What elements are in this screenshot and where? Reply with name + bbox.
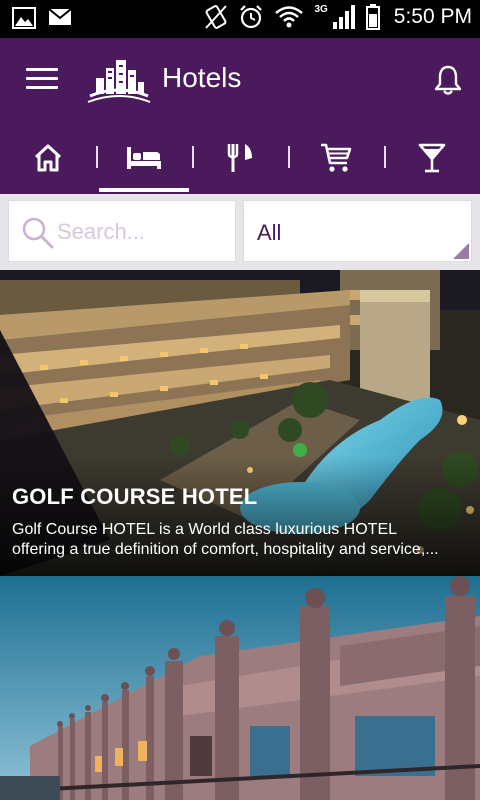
restaurant-icon xyxy=(227,144,252,172)
listing-description-line: offering a true definition of comfort, h… xyxy=(12,541,439,558)
bell-icon xyxy=(434,65,462,95)
image-icon xyxy=(12,7,36,29)
battery-icon xyxy=(365,4,380,30)
menu-icon-bar xyxy=(26,68,58,71)
page-title: Hotels xyxy=(162,62,242,93)
bed-icon xyxy=(127,147,161,169)
tab-bars[interactable] xyxy=(384,134,480,194)
dropdown-corner-icon xyxy=(453,243,469,259)
category-tabs xyxy=(0,134,480,194)
menu-icon-bar xyxy=(26,77,58,80)
search-input[interactable] xyxy=(57,215,227,249)
tab-home[interactable] xyxy=(0,134,96,194)
app-bar: Hotels xyxy=(0,38,480,194)
search-icon xyxy=(22,217,54,249)
filter-selected-value: All xyxy=(257,220,282,245)
hotel-photo xyxy=(0,576,480,800)
search-box xyxy=(8,200,236,262)
mail-icon xyxy=(48,8,72,25)
listing-card[interactable]: GOLF COURSE HOTEL Golf Course HOTEL is a… xyxy=(0,270,480,576)
menu-icon-bar xyxy=(26,86,58,89)
status-bar: 3G 5:50 PM xyxy=(0,0,480,38)
tab-hotels[interactable] xyxy=(96,134,192,194)
listing-card[interactable] xyxy=(0,576,480,800)
network-type-label: 3G xyxy=(314,3,328,15)
listing-title: GOLF COURSE HOTEL xyxy=(12,484,258,509)
hotel-logo-icon xyxy=(87,60,151,103)
clock: 5:50 PM xyxy=(393,5,472,28)
cart-icon xyxy=(321,143,352,172)
menu-button[interactable] xyxy=(26,68,58,94)
category-filter-select[interactable]: All xyxy=(243,200,472,262)
listing-description: Golf Course HOTEL is a World class luxur… xyxy=(12,520,472,560)
signal-icon xyxy=(332,5,355,29)
search-filter-row: All xyxy=(0,194,480,270)
alarm-icon xyxy=(240,5,263,29)
wifi-icon xyxy=(275,6,304,28)
cocktail-icon xyxy=(418,143,446,173)
tab-shopping[interactable] xyxy=(288,134,384,194)
notifications-button[interactable] xyxy=(434,64,462,101)
vibrate-icon xyxy=(205,5,228,29)
home-icon xyxy=(34,144,62,172)
listing-description-line: Golf Course HOTEL is a World class luxur… xyxy=(12,521,398,538)
tab-restaurants[interactable] xyxy=(192,134,288,194)
